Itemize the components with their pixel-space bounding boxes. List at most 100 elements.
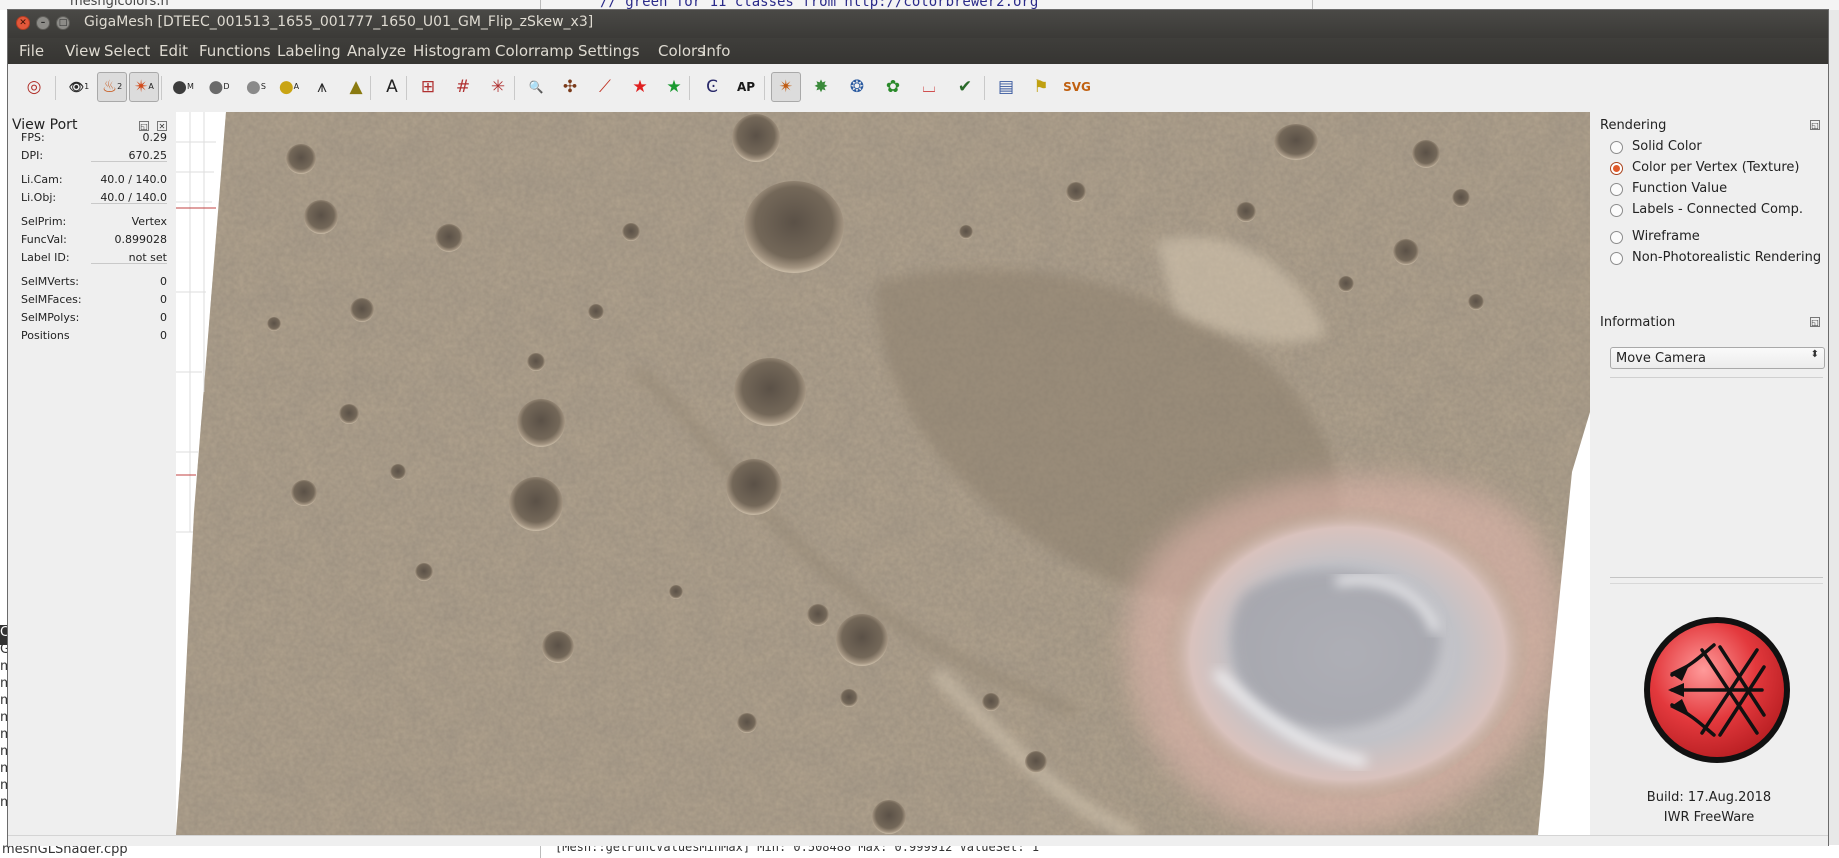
svg-export-button[interactable]: SVG <box>1062 72 1092 102</box>
sphere-m-button[interactable]: ● M <box>168 72 198 102</box>
radio-label: Function Value <box>1632 181 1728 196</box>
burst-icon: ✴ <box>778 76 794 97</box>
green-burst-icon: ✸ <box>813 76 829 97</box>
blue-cells-button[interactable]: ❂ <box>842 72 872 102</box>
information-section-title: Information <box>1600 315 1676 330</box>
close-window-button[interactable]: ✕ <box>16 16 30 30</box>
info-value: 0 <box>160 293 167 306</box>
slash-button[interactable]: ⟋ <box>590 72 620 102</box>
3d-viewport[interactable] <box>176 112 1590 835</box>
mountains-icon: ▲ <box>349 76 363 97</box>
sphere-color-a-button[interactable]: ● A <box>274 72 304 102</box>
font-a-button[interactable]: A <box>377 72 407 102</box>
float-panel-icon[interactable]: ◱ <box>1810 317 1820 327</box>
menu-info[interactable]: Info <box>702 42 730 60</box>
ap-text-icon: AP <box>736 80 756 94</box>
palette-button[interactable]: ▤ <box>991 72 1021 102</box>
spiral-c-icon: Ͼ <box>706 76 718 97</box>
background-console-line: [Mesh::getFuncValuesMinMax] Min: 0.50848… <box>555 845 1040 854</box>
radio-button[interactable] <box>1610 252 1623 265</box>
bucket-button[interactable]: ⌴ <box>914 72 944 102</box>
green-burst-button[interactable]: ✸ <box>806 72 836 102</box>
antenna-icon: ⩚ <box>317 76 327 97</box>
spark-light-a-button[interactable]: ✴ A <box>129 72 159 102</box>
background-file-name: meshGLShader.cpp <box>2 845 128 857</box>
search-stars-button[interactable]: 🔍 <box>521 72 551 102</box>
mars-terrain-render[interactable] <box>176 112 1590 835</box>
menu-settings[interactable]: Settings <box>578 42 640 60</box>
radio-button[interactable] <box>1610 183 1623 196</box>
antenna-button[interactable]: ⩚ <box>307 72 337 102</box>
main-toolbar: ◎ 👁 1 ♨ 2 ✴ A ● M ● D ● S ● A ⩚ ▲ A ⊞ # ✳ 🔍 ✣ ⟋ ★ ★ Ͼ AP ✴ ✸ ❂ ✿ ⌴ ✔ ▤ ⚑ SVG <box>8 64 1828 113</box>
float-panel-icon[interactable]: ◱ <box>139 121 149 131</box>
interaction-mode-select[interactable]: Move Camera ⬍ <box>1610 347 1825 369</box>
background-divider <box>1312 0 1313 10</box>
mountains-button[interactable]: ▲ <box>341 72 371 102</box>
checkmark-button[interactable]: ✔ <box>950 72 980 102</box>
spark-light-a-icon: ✴ <box>134 76 149 97</box>
bug-button[interactable]: ✣ <box>555 72 585 102</box>
chevron-updown-icon: ⬍ <box>1810 349 1819 360</box>
sphere-s-icon: ● <box>246 76 261 97</box>
background-bottom-strip: meshGLShader.cpp [Mesh::getFuncValuesMin… <box>0 845 1839 858</box>
menu-file[interactable]: File <box>19 42 44 60</box>
info-value: 0.29 <box>142 131 168 144</box>
close-panel-icon[interactable]: ✕ <box>157 121 167 131</box>
sphere-m-icon: ● <box>172 76 187 97</box>
info-key: Li.Obj: <box>21 191 57 204</box>
green-star-button[interactable]: ★ <box>659 72 689 102</box>
grid-icon: # <box>455 76 471 97</box>
spotlight-icon: ⚑ <box>1033 76 1049 97</box>
green-blob-button[interactable]: ✿ <box>878 72 908 102</box>
ap-text-button[interactable]: AP <box>731 72 761 102</box>
menu-colors[interactable]: Colors <box>658 42 705 60</box>
background-file-name: meshglcolors.h <box>70 0 169 9</box>
spotlight-button[interactable]: ⚑ <box>1026 72 1056 102</box>
sphere-color-a-icon: ● <box>278 76 294 97</box>
build-date: Build: 17.Aug.2018 <box>1646 790 1772 805</box>
radio-button[interactable] <box>1610 231 1623 244</box>
eye-light-1-icon: 👁 <box>68 80 85 94</box>
title-bar[interactable]: ✕ – □ GigaMesh [DTEEC_001513_1655_001777… <box>8 10 1828 38</box>
checkmark-icon: ✔ <box>957 76 973 97</box>
lamp-light-2-button[interactable]: ♨ 2 <box>97 72 127 102</box>
license-label: IWR FreeWare <box>1663 810 1755 825</box>
menu-select[interactable]: Select <box>104 42 150 60</box>
info-value: 670.25 <box>128 149 168 162</box>
polar-grid-icon: ✳ <box>490 76 506 97</box>
red-star-button[interactable]: ★ <box>625 72 655 102</box>
radio-button[interactable] <box>1610 204 1623 217</box>
bucket-icon: ⌴ <box>922 76 936 97</box>
menu-functions[interactable]: Functions <box>199 42 271 60</box>
spiral-c-button[interactable]: Ͼ <box>697 72 727 102</box>
sphere-s-button[interactable]: ● S <box>241 72 271 102</box>
background-code-line: // green for 11 classes from http://colo… <box>600 0 1039 10</box>
menu-colorramp[interactable]: Colorramp <box>495 42 573 60</box>
menu-analyze[interactable]: Analyze <box>347 42 406 60</box>
crosshair-grid-button[interactable]: ⊞ <box>413 72 443 102</box>
polar-grid-button[interactable]: ✳ <box>483 72 513 102</box>
eye-light-1-button[interactable]: 👁 1 <box>64 72 94 102</box>
minimize-window-button[interactable]: – <box>36 16 50 30</box>
maximize-window-button[interactable]: □ <box>56 16 70 30</box>
float-panel-icon[interactable]: ◱ <box>1810 120 1820 130</box>
red-star-icon: ★ <box>632 76 648 97</box>
info-key: FPS: <box>21 131 45 144</box>
toolbar-separator <box>514 76 515 100</box>
menu-edit[interactable]: Edit <box>159 42 188 60</box>
sphere-d-icon: ● <box>208 76 224 97</box>
gigamesh-window: ✕ – □ GigaMesh [DTEEC_001513_1655_001777… <box>8 10 1828 846</box>
radio-button[interactable] <box>1610 162 1623 175</box>
toolbar-separator <box>764 76 765 100</box>
menu-labeling[interactable]: Labeling <box>277 42 341 60</box>
sphere-d-button[interactable]: ● D <box>204 72 234 102</box>
svg-export-icon: SVG <box>1063 80 1091 94</box>
burst-button[interactable]: ✴ <box>771 72 801 102</box>
background-divider <box>540 0 541 10</box>
target-button[interactable]: ◎ <box>19 72 49 102</box>
grid-button[interactable]: # <box>448 72 478 102</box>
menu-histogram[interactable]: Histogram <box>413 42 491 60</box>
menu-view[interactable]: View <box>65 42 101 60</box>
green-blob-icon: ✿ <box>885 76 901 97</box>
radio-button[interactable] <box>1610 141 1623 154</box>
